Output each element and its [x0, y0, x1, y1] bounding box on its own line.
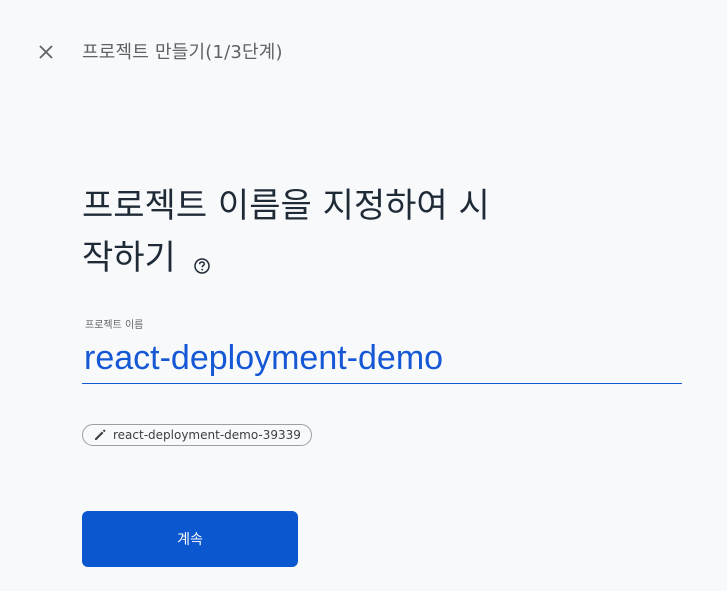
help-icon[interactable] — [193, 238, 211, 274]
continue-button[interactable]: 계속 — [82, 511, 298, 567]
close-button[interactable] — [34, 40, 58, 64]
close-icon — [39, 45, 53, 59]
page-title: 프로젝트 만들기(1/3단계) — [82, 42, 283, 63]
project-name-input[interactable] — [82, 334, 682, 384]
project-id-text: react-deployment-demo-39339 — [113, 428, 301, 442]
headline: 프로젝트 이름을 지정하여 시 작하기 — [82, 180, 562, 284]
pencil-icon — [93, 428, 107, 442]
headline-line2: 작하기 — [82, 238, 176, 278]
project-name-label: 프로젝트 이름 — [85, 320, 144, 331]
project-id-chip[interactable]: react-deployment-demo-39339 — [82, 424, 312, 446]
create-project-page: 프로젝트 만들기(1/3단계) 프로젝트 이름을 지정하여 시 작하기 프로젝트… — [0, 0, 727, 591]
headline-line1: 프로젝트 이름을 지정하여 시 — [82, 186, 490, 226]
